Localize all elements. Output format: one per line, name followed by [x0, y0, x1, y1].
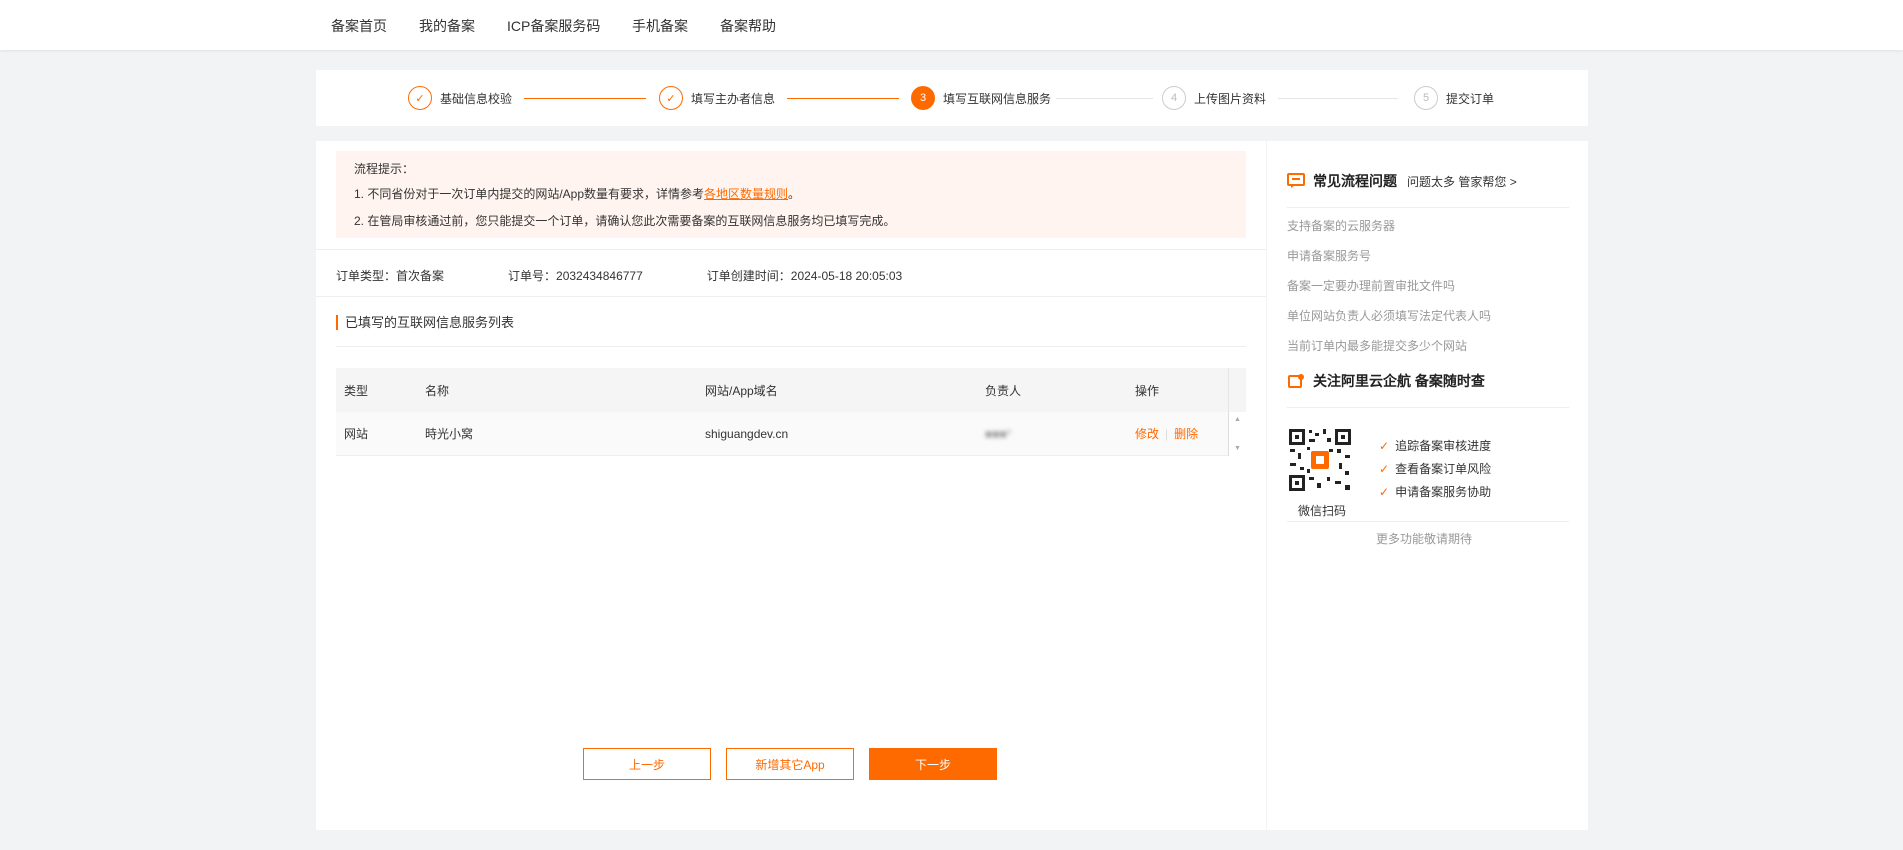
follow-header: 关注阿里云企航 备案随时查	[1287, 371, 1485, 391]
divider	[336, 346, 1246, 347]
order-type: 订单类型：首次备案	[336, 269, 445, 283]
step-label: 提交订单	[1446, 91, 1495, 106]
cell-name: 時光小窝	[425, 427, 474, 441]
tip-line-1-prefix: 1. 不同省份对于一次订单内提交的网站/App数量有要求，详情参考	[354, 187, 705, 201]
side-panel: 常见流程问题 问题太多 管家帮您 > 支持备案的云服务器 申请备案服务号 备案一…	[1267, 141, 1588, 830]
divider	[316, 249, 1266, 250]
check-icon: ✓	[1379, 484, 1390, 499]
cell-type: 网站	[344, 427, 369, 441]
tips-title: 流程提示：	[354, 162, 415, 176]
step-1: ✓ 基础信息校验	[408, 86, 512, 110]
main-panel: 流程提示： 1. 不同省份对于一次订单内提交的网站/App数量有要求，详情参考各…	[316, 141, 1266, 830]
chevron-right-icon: >	[1509, 174, 1517, 189]
nav-icp-service-code[interactable]: ICP备案服务码	[507, 16, 600, 36]
header-domain: 网站/App域名	[705, 383, 778, 398]
divider	[1287, 407, 1569, 408]
step-check-icon: ✓	[408, 86, 432, 110]
check-icon: ✓	[1379, 461, 1390, 476]
step-3: 3 填写互联网信息服务	[911, 86, 1051, 110]
faq-item[interactable]: 支持备案的云服务器	[1287, 217, 1395, 234]
tip-line-1-suffix: 。	[788, 187, 801, 201]
feature-label: 申请备案服务协助	[1395, 485, 1492, 499]
faq-item[interactable]: 备案一定要办理前置审批文件吗	[1287, 277, 1455, 294]
more-features-text: 更多功能敬请期待	[1376, 532, 1473, 546]
order-created-time: 订单创建时间：2024-05-18 20:05:03	[706, 269, 903, 283]
header-scroll-gutter	[1228, 368, 1246, 412]
step-5: 5 提交订单	[1414, 86, 1494, 110]
app-icon	[1288, 374, 1304, 388]
step-connector	[1278, 98, 1398, 99]
nav-help[interactable]: 备案帮助	[720, 16, 776, 36]
step-label: 填写主办者信息	[691, 91, 776, 106]
scroll-up-icon[interactable]: ▲	[1234, 416, 1241, 423]
chat-icon	[1287, 173, 1305, 188]
faq-title: 常见流程问题	[1313, 173, 1397, 189]
service-table: 类型 名称 网站/App域名 负责人 操作 网站 時光小窝 shiguangde…	[336, 368, 1246, 456]
header-actions: 操作	[1135, 383, 1160, 398]
check-icon: ✓	[1379, 438, 1390, 453]
table-scrollbar[interactable]: ▲ ▼	[1228, 412, 1246, 456]
step-2: ✓ 填写主办者信息	[659, 86, 775, 110]
delete-button[interactable]: 删除	[1174, 427, 1198, 441]
faq-header: 常见流程问题 问题太多 管家帮您 >	[1287, 171, 1517, 191]
step-connector	[524, 98, 646, 99]
faq-help-text: 问题太多 管家帮您	[1407, 174, 1507, 189]
feature-label: 追踪备案审核进度	[1395, 439, 1492, 453]
table-row: 网站 時光小窝 shiguangdev.cn ■■■* 修改 | 删除 ▲ ▼	[336, 412, 1246, 456]
header-owner: 负责人	[985, 383, 1022, 398]
next-step-button[interactable]: 下一步	[869, 748, 997, 780]
feature-label: 查看备案订单风险	[1395, 462, 1492, 476]
scroll-down-icon[interactable]: ▼	[1234, 445, 1241, 452]
nav-my-filing[interactable]: 我的备案	[419, 16, 475, 36]
divider	[1287, 207, 1569, 208]
nav-mobile-filing[interactable]: 手机备案	[632, 16, 688, 36]
divider	[316, 296, 1266, 297]
feature-item: ✓ 追踪备案审核进度	[1379, 437, 1491, 454]
step-4: 4 上传图片资料	[1162, 86, 1266, 110]
add-app-button[interactable]: 新增其它App	[726, 748, 854, 780]
feature-item: ✓ 查看备案订单风险	[1379, 460, 1491, 477]
feature-item: ✓ 申请备案服务协助	[1379, 483, 1491, 500]
progress-steps: ✓ 基础信息校验 ✓ 填写主办者信息 3 填写互联网信息服务 4 上传图片资料 …	[316, 70, 1588, 126]
action-separator: |	[1165, 427, 1169, 441]
step-check-icon: ✓	[659, 86, 683, 110]
tip-line-2: 2. 在管局审核通过前，您只能提交一个订单，请确认您此次需要备案的互联网信息服务…	[354, 214, 896, 228]
step-label: 填写互联网信息服务	[943, 91, 1052, 106]
step-connector	[1056, 98, 1153, 99]
wechat-qr-code	[1287, 427, 1353, 493]
faq-help-link[interactable]: 问题太多 管家帮您 >	[1407, 173, 1517, 190]
cell-domain: shiguangdev.cn	[705, 426, 789, 441]
step-number: 4	[1162, 86, 1186, 110]
cell-owner: ■■■*	[985, 426, 1012, 441]
section-title: 已填写的互联网信息服务列表	[336, 315, 514, 330]
step-label: 基础信息校验	[440, 91, 513, 106]
header-type: 类型	[344, 383, 369, 398]
faq-item[interactable]: 申请备案服务号	[1287, 247, 1371, 264]
faq-item[interactable]: 单位网站负责人必须填写法定代表人吗	[1287, 307, 1491, 324]
divider	[1287, 521, 1569, 522]
nav-home[interactable]: 备案首页	[331, 16, 387, 36]
step-label: 上传图片资料	[1194, 91, 1267, 106]
faq-item[interactable]: 当前订单内最多能提交多少个网站	[1287, 337, 1467, 354]
process-tips: 流程提示： 1. 不同省份对于一次订单内提交的网站/App数量有要求，详情参考各…	[336, 151, 1246, 238]
tip-line-1: 1. 不同省份对于一次订单内提交的网站/App数量有要求，详情参考各地区数量规则…	[354, 186, 1228, 202]
prev-step-button[interactable]: 上一步	[583, 748, 711, 780]
order-number: 订单号：2032434846777	[508, 269, 643, 283]
step-number: 3	[911, 86, 935, 110]
edit-button[interactable]: 修改	[1135, 427, 1159, 441]
header-name: 名称	[425, 383, 450, 398]
order-meta: 订单类型：首次备案 订单号：2032434846777 订单创建时间：2024-…	[336, 267, 966, 284]
step-number: 5	[1414, 86, 1438, 110]
follow-title: 关注阿里云企航 备案随时查	[1313, 373, 1485, 389]
table-header: 类型 名称 网站/App域名 负责人 操作	[336, 368, 1246, 412]
cell-actions: 修改 | 删除	[1127, 425, 1227, 442]
region-quantity-rules-link[interactable]: 各地区数量规则	[704, 187, 788, 201]
step-connector	[787, 98, 899, 99]
top-nav: 备案首页 我的备案 ICP备案服务码 手机备案 备案帮助	[0, 0, 1903, 50]
qr-caption: 微信扫码	[1298, 504, 1347, 518]
